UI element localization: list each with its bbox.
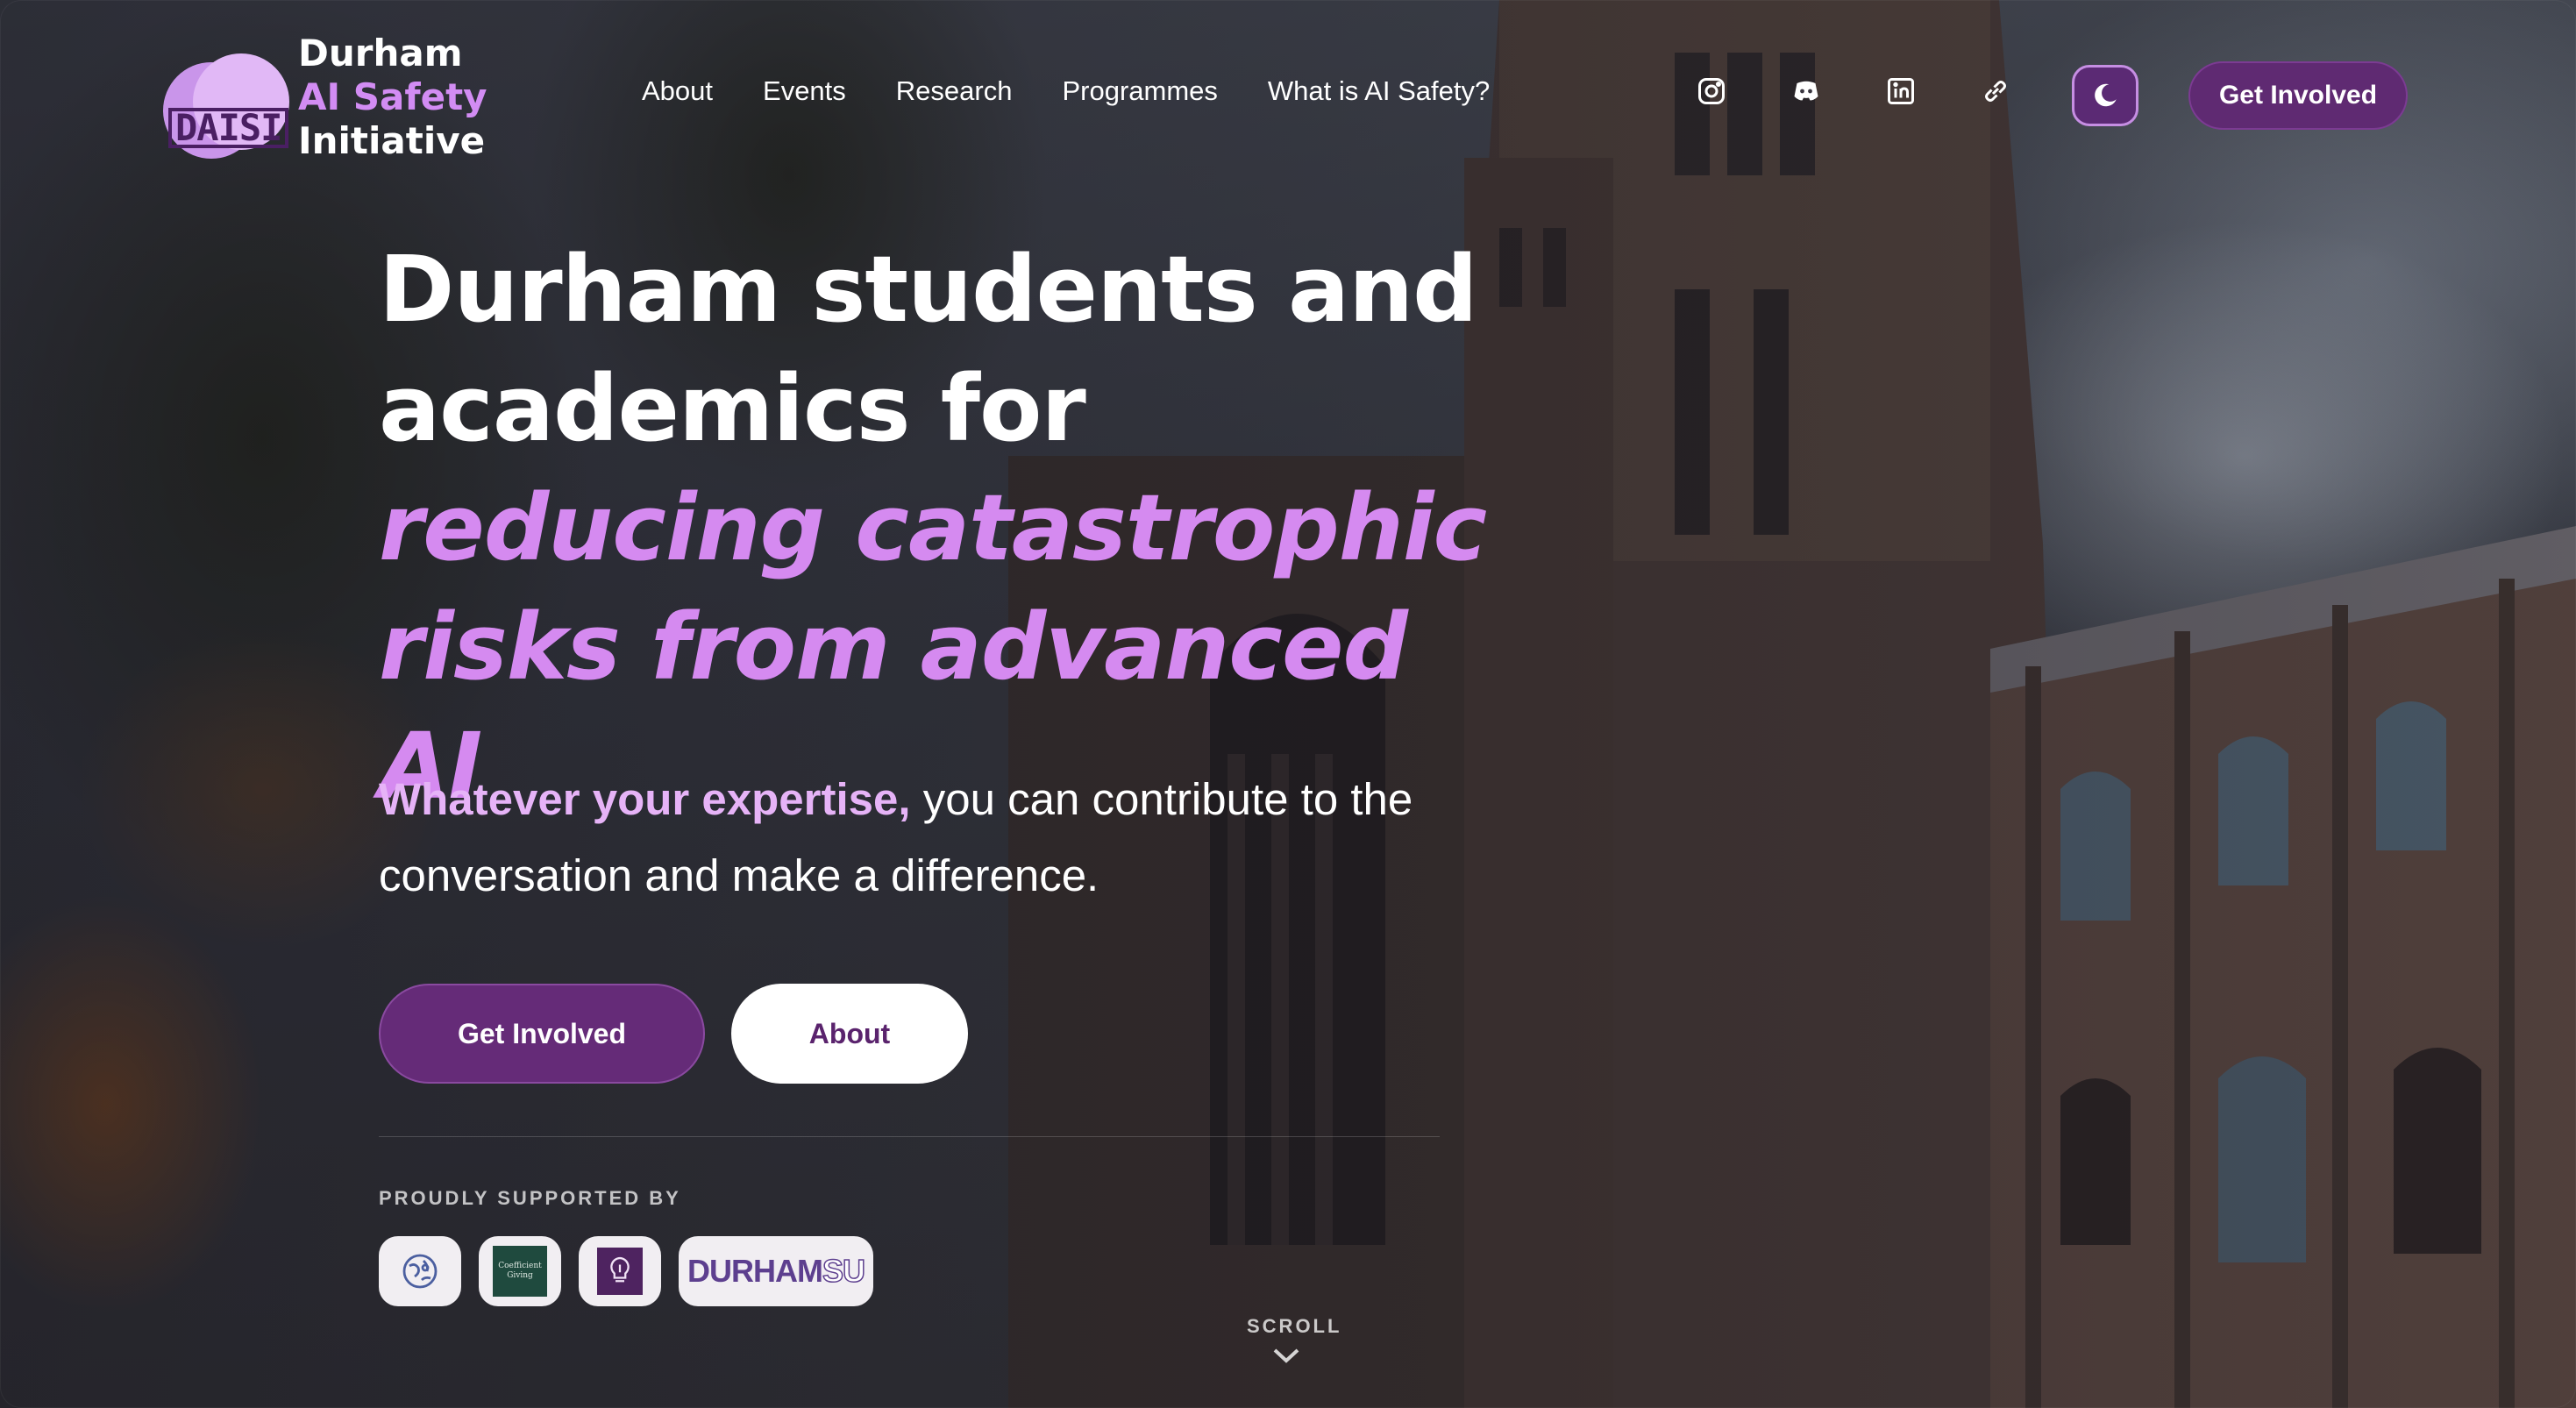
about-button[interactable]: About — [731, 984, 968, 1084]
sponsor-logos: Coefficient Giving DURHAMSU — [379, 1236, 873, 1306]
sponsor-lightbulb-logo[interactable] — [579, 1236, 661, 1306]
hero-subhead: Whatever your expertise, you can contrib… — [379, 761, 1431, 914]
header-get-involved-button[interactable]: Get Involved — [2188, 61, 2408, 130]
headline-text: Durham students and academics for — [379, 236, 1478, 462]
scroll-label[interactable]: SCROLL — [1247, 1315, 1339, 1338]
sponsor-coefficient-text: Coefficient Giving — [493, 1246, 547, 1297]
daisi-logo-mark: DAISI — [163, 36, 289, 159]
instagram-icon[interactable] — [1694, 74, 1729, 109]
chevron-down-icon[interactable] — [1271, 1345, 1301, 1366]
sponsor-coefficient-giving[interactable]: Coefficient Giving — [479, 1236, 561, 1306]
sponsor-globe-logo[interactable] — [379, 1236, 461, 1306]
divider — [379, 1136, 1440, 1137]
sponsor-durham-su[interactable]: DURHAMSU — [679, 1236, 873, 1306]
nav-what-is-ai-safety[interactable]: What is AI Safety? — [1268, 75, 1490, 107]
su-text: SU — [822, 1252, 866, 1290]
main-nav: About Events Research Programmes What is… — [642, 75, 1490, 107]
logo-line-2: AI Safety — [298, 75, 487, 118]
supported-by-label: PROUDLY SUPPORTED BY — [379, 1187, 681, 1209]
nav-research[interactable]: Research — [896, 75, 1013, 107]
durham-text: DURHAM — [687, 1253, 823, 1289]
nav-programmes[interactable]: Programmes — [1062, 75, 1217, 107]
hero-headline: Durham students and academics for reduci… — [379, 230, 1519, 826]
get-involved-button[interactable]: Get Involved — [379, 984, 705, 1084]
social-links — [1694, 74, 2013, 109]
logo-mark-text: DAISI — [168, 108, 289, 148]
logo-line-3: Initiative — [298, 119, 486, 162]
nav-about[interactable]: About — [642, 75, 713, 107]
subhead-accent: Whatever your expertise, — [379, 774, 911, 824]
site-logo[interactable]: DAISI Durham AI Safety Initiative — [163, 32, 487, 163]
link-icon[interactable] — [1978, 74, 2013, 109]
nav-events[interactable]: Events — [763, 75, 846, 107]
discord-icon[interactable] — [1789, 74, 1824, 109]
logo-wordmark: Durham AI Safety Initiative — [298, 32, 487, 163]
logo-line-1: Durham — [298, 32, 463, 75]
theme-toggle-button[interactable] — [2072, 65, 2138, 126]
moon-icon — [2095, 83, 2117, 107]
site-header: DAISI Durham AI Safety Initiative About … — [0, 0, 2576, 193]
linkedin-icon[interactable] — [1883, 74, 1918, 109]
